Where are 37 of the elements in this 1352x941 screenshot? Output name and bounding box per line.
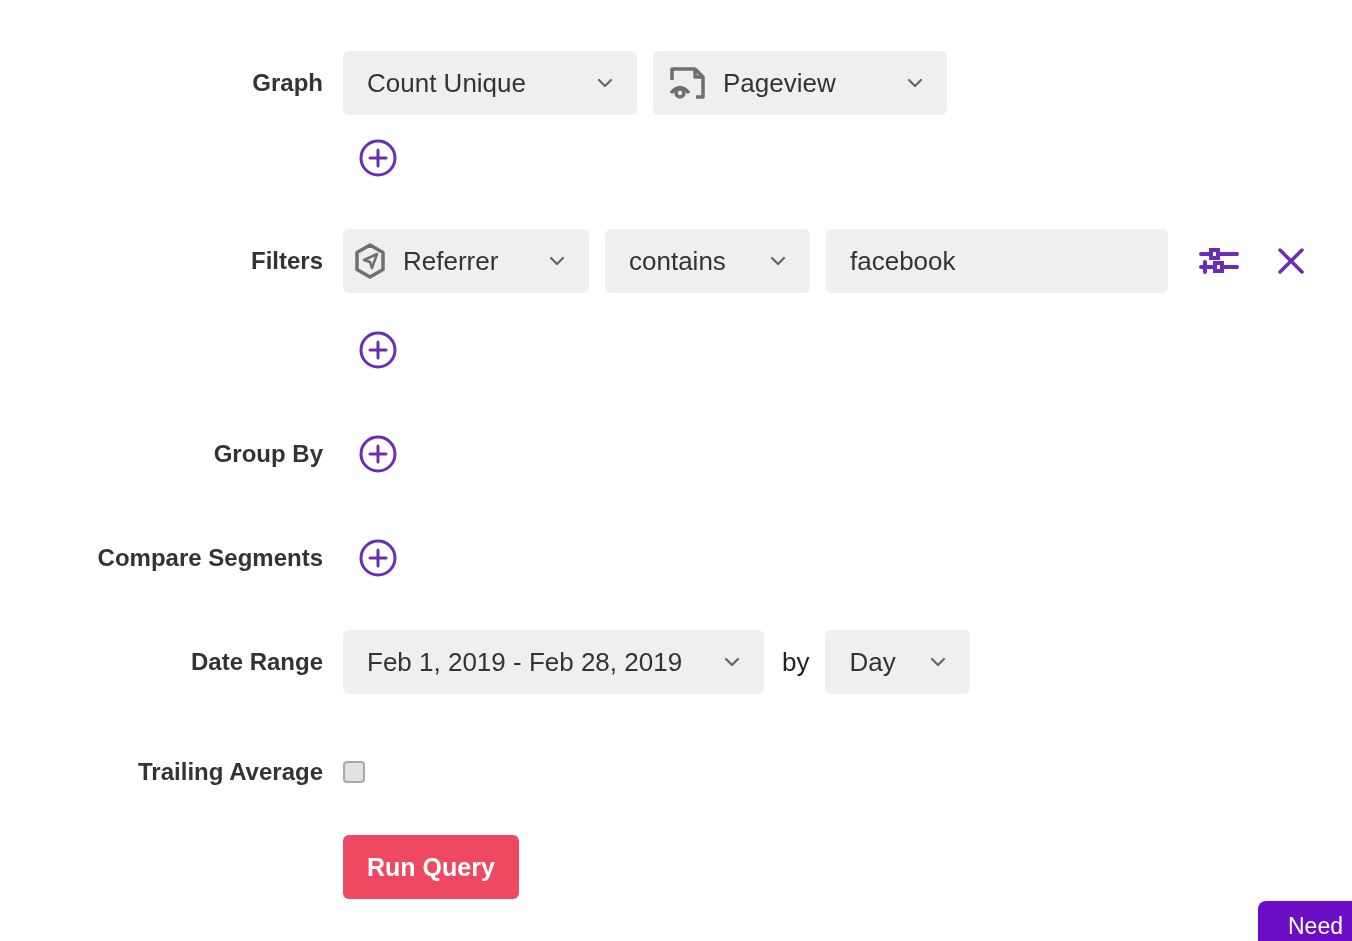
settings-button[interactable] [1198,247,1240,275]
add-button[interactable] [359,139,397,177]
add-button[interactable] [359,539,397,577]
add-button[interactable] [359,435,397,473]
remove-button[interactable] [1278,248,1304,274]
sliders-icon [1198,247,1240,275]
chevron-down-icon [724,657,740,667]
document-eye-icon [669,66,707,100]
run-query-button[interactable]: Run Query [343,835,519,899]
plus-icon [359,139,397,177]
text-field[interactable]: facebook [826,229,1168,293]
plus-icon [359,331,397,369]
chevron-down-icon [930,657,947,667]
dropdown[interactable]: contains [605,229,810,293]
checkbox[interactable] [343,761,365,783]
field-label: Trailing Average [137,758,323,786]
close-icon [1278,248,1304,274]
field-label: Group By [212,440,323,468]
hexagon-arrow-icon [353,242,387,280]
dropdown[interactable]: Day [825,630,971,694]
field-label: Date Range [189,648,323,676]
by-label: by [782,646,810,678]
field-label: Graph [251,69,323,97]
plus-icon [359,435,397,473]
chevron-down-icon [770,256,786,266]
help-button[interactable]: Need [1258,901,1352,941]
chevron-down-icon [907,78,923,88]
plus-icon [359,539,397,577]
dropdown[interactable]: Count Unique [343,51,637,115]
add-button[interactable] [359,331,397,369]
chevron-down-icon [549,256,565,266]
dropdown[interactable]: Pageview [653,51,947,115]
dropdown[interactable]: Referrer [343,229,589,293]
field-label: Compare Segments [96,544,323,572]
field-label: Filters [249,247,323,275]
chevron-down-icon [597,78,613,88]
dropdown[interactable]: Feb 1, 2019 - Feb 28, 2019 [343,630,764,694]
